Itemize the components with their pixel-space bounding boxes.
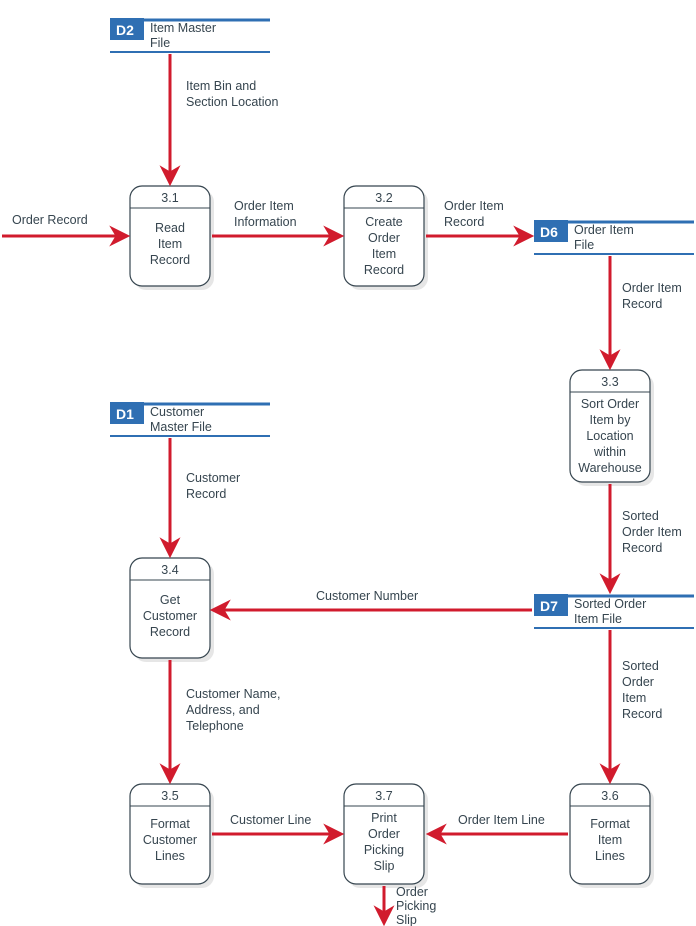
d1-id: D1 (116, 406, 134, 422)
p37-l2: Order (368, 827, 400, 841)
p36-l1: Format (590, 817, 630, 831)
p33-l5: Warehouse (578, 461, 642, 475)
datastore-d2: D2 Item Master File (110, 18, 270, 54)
flow-custline: Customer Line (230, 813, 311, 827)
datastore-d6: D6 Order Item File (534, 220, 694, 256)
p37-l3: Picking (364, 843, 404, 857)
p35-num: 3.5 (161, 789, 178, 803)
p34-num: 3.4 (161, 563, 178, 577)
process-3-2: 3.2 Create Order Item Record (344, 186, 428, 290)
d2-name-l1: Item Master (150, 21, 216, 35)
flow-oir2-l1: Order Item (622, 281, 682, 295)
flow-oir-l2: Record (444, 215, 484, 229)
p33-l2: Item by (590, 413, 632, 427)
p36-l2: Item (598, 833, 622, 847)
flow-cnat-l2: Address, and (186, 703, 260, 717)
flow-item-bin-l2: Section Location (186, 95, 278, 109)
flow-cr-l1: Customer (186, 471, 240, 485)
process-3-5: 3.5 Format Customer Lines (130, 784, 214, 888)
process-3-4: 3.4 Get Customer Record (130, 558, 214, 662)
p31-l2: Item (158, 237, 182, 251)
p32-l2: Order (368, 231, 400, 245)
p32-l3: Item (372, 247, 396, 261)
d7-name-l1: Sorted Order (574, 597, 646, 611)
p35-l1: Format (150, 817, 190, 831)
d1-name-l1: Customer (150, 405, 204, 419)
d1-name-l2: Master File (150, 420, 212, 434)
flow-soir-l1: Sorted (622, 509, 659, 523)
flow-custnum: Customer Number (316, 589, 418, 603)
d6-name-l1: Order Item (574, 223, 634, 237)
process-3-6: 3.6 Format Item Lines (570, 784, 654, 888)
flow-oir-l1: Order Item (444, 199, 504, 213)
p32-l1: Create (365, 215, 403, 229)
flow-ops-l2: Picking (396, 899, 436, 913)
p33-l1: Sort Order (581, 397, 639, 411)
p33-l4: within (593, 445, 626, 459)
d6-id: D6 (540, 224, 558, 240)
dfd-diagram: D2 Item Master File D6 Order Item File D… (0, 0, 696, 926)
datastore-d1: D1 Customer Master File (110, 402, 270, 438)
flow-ops-l3: Slip (396, 913, 417, 926)
flow-oii-l2: Information (234, 215, 297, 229)
flow-ops-l1: Order (396, 885, 428, 899)
p31-num: 3.1 (161, 191, 178, 205)
flow-oii-l1: Order Item (234, 199, 294, 213)
p32-num: 3.2 (375, 191, 392, 205)
p35-l2: Customer (143, 833, 197, 847)
p33-num: 3.3 (601, 375, 618, 389)
flow-soir2-l4: Record (622, 707, 662, 721)
d7-id: D7 (540, 598, 558, 614)
p37-l1: Print (371, 811, 397, 825)
p37-l4: Slip (374, 859, 395, 873)
p35-l3: Lines (155, 849, 185, 863)
p31-l3: Record (150, 253, 190, 267)
process-3-7: 3.7 Print Order Picking Slip (344, 784, 428, 888)
flow-cnat-l3: Telephone (186, 719, 244, 733)
p34-l3: Record (150, 625, 190, 639)
d7-name-l2: Item File (574, 612, 622, 626)
d6-name-l2: File (574, 238, 594, 252)
flow-soir2-l2: Order (622, 675, 654, 689)
p36-num: 3.6 (601, 789, 618, 803)
flow-soir-l3: Record (622, 541, 662, 555)
p36-l3: Lines (595, 849, 625, 863)
process-3-3: 3.3 Sort Order Item by Location within W… (570, 370, 654, 486)
p34-l1: Get (160, 593, 181, 607)
p33-l3: Location (586, 429, 633, 443)
flow-order-record-label: Order Record (12, 213, 88, 227)
d2-name-l2: File (150, 36, 170, 50)
process-3-1: 3.1 Read Item Record (130, 186, 214, 290)
p32-l4: Record (364, 263, 404, 277)
flow-cr-l2: Record (186, 487, 226, 501)
p34-l2: Customer (143, 609, 197, 623)
datastore-d7: D7 Sorted Order Item File (534, 594, 694, 630)
flow-oir2-l2: Record (622, 297, 662, 311)
flow-cnat-l1: Customer Name, (186, 687, 280, 701)
flow-soir2-l1: Sorted (622, 659, 659, 673)
flow-orderitemline: Order Item Line (458, 813, 545, 827)
flow-soir2-l3: Item (622, 691, 646, 705)
flow-item-bin-l1: Item Bin and (186, 79, 256, 93)
d2-id: D2 (116, 22, 134, 38)
p37-num: 3.7 (375, 789, 392, 803)
p31-l1: Read (155, 221, 185, 235)
flow-soir-l2: Order Item (622, 525, 682, 539)
